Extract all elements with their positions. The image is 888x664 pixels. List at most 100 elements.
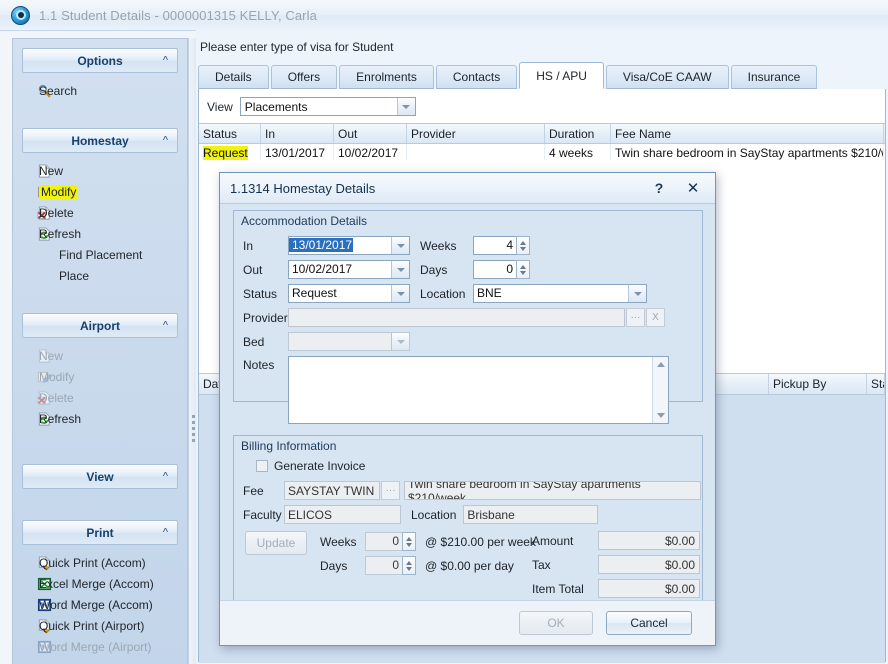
- tab-contacts[interactable]: Contacts: [436, 65, 517, 89]
- in-date-field[interactable]: 13/01/2017: [288, 236, 410, 255]
- status-label: Status: [243, 287, 288, 301]
- column-header-provider[interactable]: Provider: [407, 124, 545, 143]
- cancel-button[interactable]: Cancel: [606, 611, 692, 635]
- tab-label: Contacts: [453, 70, 500, 84]
- status-dropdown[interactable]: Request: [288, 284, 410, 303]
- chevron-down-icon[interactable]: [391, 237, 409, 254]
- tab-visa-coe-caaw[interactable]: Visa/CoE CAAW: [606, 65, 729, 89]
- generate-invoice-label: Generate Invoice: [274, 459, 365, 473]
- sidebar-item-label: Delete: [39, 206, 74, 220]
- sidebar-item-airport-new[interactable]: New: [13, 345, 187, 366]
- sidebar-item-airport-refresh[interactable]: Refresh: [13, 408, 187, 429]
- column-header-status[interactable]: Stat: [867, 374, 885, 394]
- left-sidebar: Options ^ Search Homestay ^: [12, 38, 188, 664]
- help-icon[interactable]: ?: [649, 179, 669, 197]
- sidebar-item-homestay-modify[interactable]: Modify: [13, 181, 187, 202]
- accommodation-location-label: Location: [420, 287, 473, 301]
- view-dropdown[interactable]: Placements: [240, 97, 416, 116]
- sidebar-item-homestay-new[interactable]: New: [13, 160, 187, 181]
- chevron-down-icon[interactable]: [391, 261, 409, 278]
- column-header-status[interactable]: Status: [199, 124, 261, 143]
- fee-label: Fee: [243, 484, 284, 498]
- sidebar-item-word-merge-accom[interactable]: W Word Merge (Accom): [13, 594, 187, 615]
- tab-strip: Details Offers Enrolments Contacts HS / …: [198, 62, 888, 89]
- sidebar-item-label: Find Placement: [59, 248, 142, 262]
- notes-scrollbar[interactable]: [652, 357, 668, 423]
- dialog-titlebar: 1.1314 Homestay Details ? ✕: [220, 173, 715, 204]
- sidebar-item-homestay-refresh[interactable]: Refresh: [13, 223, 187, 244]
- chevron-down-icon[interactable]: [391, 285, 409, 302]
- sidebar-item-find-placement[interactable]: Find Placement: [13, 244, 187, 265]
- sidebar-item-homestay-delete[interactable]: Delete: [13, 202, 187, 223]
- chevron-up-icon: ^: [163, 320, 168, 331]
- tab-enrolments[interactable]: Enrolments: [339, 65, 434, 89]
- sidebar-group-header-options[interactable]: Options ^: [22, 48, 178, 73]
- days-stepper[interactable]: 0: [473, 260, 517, 279]
- homestay-details-dialog: 1.1314 Homestay Details ? ✕ Accommodatio…: [219, 172, 716, 646]
- sidebar-item-excel-merge-accom[interactable]: Excel Merge (Accom): [13, 573, 187, 594]
- weeks-stepper[interactable]: 4: [473, 236, 517, 255]
- tab-hs-apu[interactable]: HS / APU: [519, 62, 604, 89]
- chevron-down-icon[interactable]: [397, 98, 415, 115]
- billing-information-group: Billing Information Generate Invoice Fee…: [233, 435, 703, 603]
- daily-rate-text: @ $0.00 per day: [425, 559, 514, 573]
- sidebar-item-search[interactable]: Search: [13, 80, 187, 101]
- splitter-grip: [192, 415, 195, 449]
- tab-details[interactable]: Details: [198, 65, 269, 89]
- billing-weeks-stepper[interactable]: 0: [365, 532, 403, 551]
- sidebar-item-label: New: [39, 349, 63, 363]
- notes-label: Notes: [243, 356, 288, 375]
- billing-days-stepper-buttons[interactable]: [402, 556, 416, 575]
- generate-invoice-checkbox[interactable]: [256, 460, 268, 472]
- fee-browse-button[interactable]: ···: [381, 481, 400, 500]
- item-total-field: $0.00: [598, 579, 700, 598]
- sidebar-item-place[interactable]: Place: [13, 265, 187, 286]
- sidebar-group-header-print[interactable]: Print ^: [22, 520, 178, 545]
- column-header-out[interactable]: Out: [334, 124, 407, 143]
- fee-description-field: Twin share bedroom in SayStay apartments…: [404, 481, 701, 500]
- column-header-in[interactable]: In: [261, 124, 334, 143]
- accommodation-location-dropdown[interactable]: BNE: [473, 284, 647, 303]
- weeks-label: Weeks: [420, 239, 473, 253]
- sidebar-group-header-view[interactable]: View ^: [22, 464, 178, 489]
- sidebar-item-airport-delete[interactable]: Delete: [13, 387, 187, 408]
- column-header-pickup-by[interactable]: Pickup By: [769, 374, 867, 394]
- tab-insurance[interactable]: Insurance: [731, 65, 818, 89]
- days-stepper-buttons[interactable]: [516, 260, 530, 279]
- ok-button[interactable]: OK: [519, 611, 593, 635]
- sidebar-item-airport-modify[interactable]: Modify: [13, 366, 187, 387]
- column-header-duration[interactable]: Duration: [545, 124, 611, 143]
- window-titlebar: 1.1 Student Details - 0000001315 KELLY, …: [0, 0, 888, 31]
- sidebar-group-header-homestay[interactable]: Homestay ^: [22, 128, 178, 153]
- sidebar-group-header-airport[interactable]: Airport ^: [22, 313, 178, 338]
- notes-value: [289, 357, 668, 361]
- tab-offers[interactable]: Offers: [271, 65, 337, 89]
- column-header-fee-name[interactable]: Fee Name: [611, 124, 884, 143]
- chevron-down-icon[interactable]: [391, 333, 409, 350]
- bed-dropdown[interactable]: [288, 332, 410, 351]
- sidebar-group-title: Airport: [80, 319, 120, 333]
- sidebar-item-word-merge-airport[interactable]: W Word Merge (Airport): [13, 636, 187, 657]
- notes-textarea[interactable]: [288, 356, 669, 424]
- provider-browse-button[interactable]: ···: [626, 308, 645, 327]
- provider-field[interactable]: [288, 308, 625, 327]
- dialog-title: 1.1314 Homestay Details: [230, 181, 375, 196]
- billing-weeks-stepper-buttons[interactable]: [402, 532, 416, 551]
- close-icon[interactable]: ✕: [682, 178, 704, 198]
- provider-clear-button[interactable]: X: [646, 308, 665, 327]
- scroll-down-icon[interactable]: [653, 408, 668, 423]
- update-button[interactable]: Update: [245, 531, 307, 555]
- tax-label: Tax: [532, 558, 598, 572]
- scroll-up-icon[interactable]: [653, 357, 668, 372]
- sidebar-item-quick-print-airport[interactable]: Quick Print (Airport): [13, 615, 187, 636]
- out-date-field[interactable]: 10/02/2017: [288, 260, 410, 279]
- tab-label: Offers: [288, 70, 320, 84]
- fee-code-field[interactable]: SAYSTAY TWIN: [284, 481, 380, 500]
- sidebar-group-title: Options: [77, 54, 122, 68]
- chevron-down-icon[interactable]: [628, 285, 646, 302]
- sidebar-item-label: Place: [59, 269, 89, 283]
- weeks-stepper-buttons[interactable]: [516, 236, 530, 255]
- billing-days-stepper[interactable]: 0: [365, 556, 403, 575]
- tab-label: Details: [215, 70, 252, 84]
- sidebar-item-quick-print-accom[interactable]: Quick Print (Accom): [13, 552, 187, 573]
